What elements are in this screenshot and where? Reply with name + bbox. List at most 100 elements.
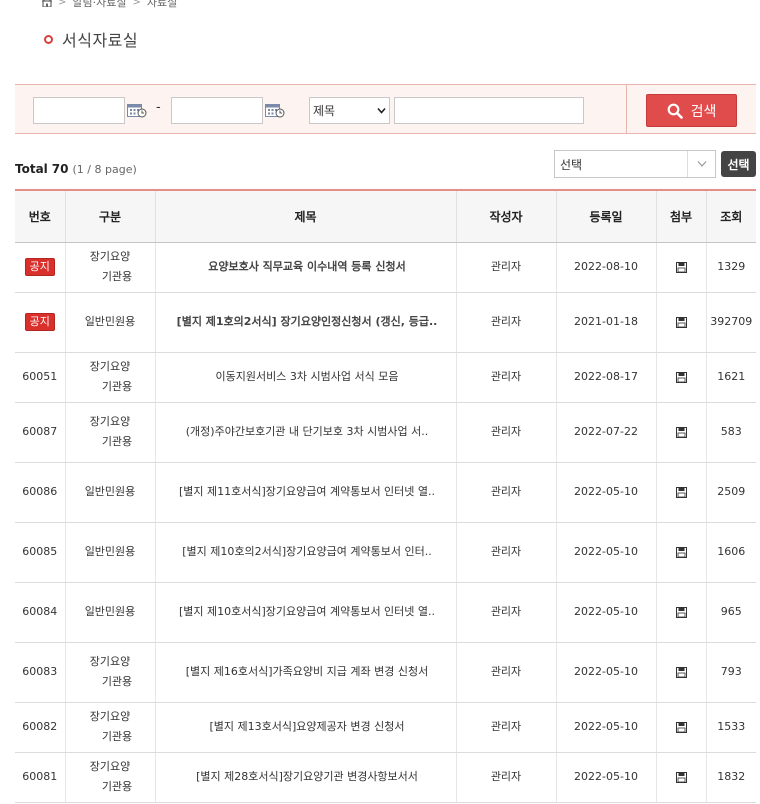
table-header-row: 번호 구분 제목 작성자 등록일 첨부 조회 (15, 189, 756, 243)
choose-button[interactable]: 선택 (721, 151, 756, 177)
search-keyword-input[interactable] (394, 97, 584, 124)
search-icon (667, 103, 683, 119)
table-row[interactable]: 60083 장기요양 기관용 [별지 제16호서식]가족요양비 지급 계좌 변경 신청… (15, 642, 756, 703)
column-header-category: 구분 (64, 189, 155, 243)
search-field-select[interactable]: 제목 (309, 97, 390, 124)
category-filter-select[interactable]: 선택 (554, 150, 716, 178)
row-author-cell: 관리자 (455, 752, 556, 803)
table-row[interactable]: 60051 장기요양 기관용 이동지원서비스 3차 시범사업 서식 모음 관리자 2022… (15, 352, 756, 403)
row-category: 일반민원용 (84, 605, 136, 618)
select-arrow-area[interactable] (687, 151, 715, 177)
floppy-disk-icon[interactable] (675, 606, 687, 618)
board-body: 공지 장기요양 기관용 요양보호사 직무교육 이수내역 등록 신청서 관리자 2022-0… (15, 242, 756, 803)
row-attachment-cell (655, 702, 706, 753)
floppy-disk-icon[interactable] (675, 666, 687, 678)
row-title-link[interactable]: [별지 제11호서식]장기요양급여 계약통보서 인터넷 열.. (154, 462, 456, 523)
end-date-input[interactable] (171, 97, 263, 124)
row-title-link[interactable]: [별지 제10호의2서식]장기요양급여 계약통보서 인터.. (154, 522, 456, 583)
row-attachment-cell (655, 522, 706, 583)
breadcrumb-separator: > (58, 0, 67, 8)
home-icon[interactable] (42, 0, 52, 7)
row-author-cell: 관리자 (455, 582, 556, 643)
floppy-disk-icon[interactable] (675, 546, 687, 558)
row-date-cell: 2022-05-10 (555, 752, 656, 803)
floppy-disk-icon[interactable] (675, 316, 687, 328)
row-attachment-cell (655, 402, 706, 463)
row-category: 장기요양 기관용 (89, 250, 133, 283)
row-title-link[interactable]: [별지 제13호서식]요양제공자 변경 신청서 (154, 702, 456, 753)
row-author-cell: 관리자 (455, 462, 556, 523)
table-row[interactable]: 60081 장기요양 기관용 [별지 제28호서식]장기요양기관 변경사항보서서 관리자… (15, 752, 756, 803)
row-attachment-cell (655, 462, 706, 523)
floppy-disk-icon[interactable] (675, 426, 687, 438)
page-title-area: 서식자료실 (44, 27, 138, 51)
column-header-views: 조회 (705, 189, 756, 243)
floppy-disk-icon[interactable] (675, 771, 687, 783)
row-category: 장기요양 기관용 (89, 415, 133, 448)
row-number-cell: 60083 (15, 642, 65, 703)
search-button-label: 검색 (690, 103, 717, 120)
row-views-cell: 1832 (705, 752, 756, 803)
row-date-cell: 2022-05-10 (555, 642, 656, 703)
row-category-cell: 장기요양 기관용 (64, 752, 155, 803)
column-header-date: 등록일 (555, 189, 656, 243)
row-date-cell: 2022-07-22 (555, 402, 656, 463)
row-title-link[interactable]: (개정)주야간보호기관 내 단기보호 3차 시범사업 서.. (154, 402, 456, 463)
floppy-disk-icon[interactable] (675, 721, 687, 733)
column-header-title: 제목 (154, 189, 456, 243)
row-category-cell: 일반민원용 (64, 292, 155, 353)
table-row[interactable]: 60082 장기요양 기관용 [별지 제13호서식]요양제공자 변경 신청서 관리자 20… (15, 702, 756, 753)
table-row[interactable]: 60087 장기요양 기관용 (개정)주야간보호기관 내 단기보호 3차 시범사업 서… (15, 402, 756, 463)
row-category-cell: 장기요양 기관용 (64, 402, 155, 463)
chevron-down-icon (377, 107, 386, 114)
row-attachment-cell (655, 752, 706, 803)
floppy-disk-icon[interactable] (675, 486, 687, 498)
row-title-link[interactable]: [별지 제1호의2서식] 장기요양인정신청서 (갱신, 등급.. (154, 292, 456, 353)
start-date-input[interactable] (33, 97, 125, 124)
row-author-cell: 관리자 (455, 292, 556, 353)
row-number-cell: 60084 (15, 582, 65, 643)
row-date-cell: 2022-05-10 (555, 702, 656, 753)
calendar-icon[interactable] (127, 102, 147, 118)
table-row[interactable]: 공지 장기요양 기관용 요양보호사 직무교육 이수내역 등록 신청서 관리자 2022-0… (15, 242, 756, 293)
page-info: (1 / 8 page) (72, 163, 137, 176)
table-row[interactable]: 60086 일반민원용 [별지 제11호서식]장기요양급여 계약통보서 인터넷 열.… (15, 462, 756, 523)
breadcrumb-item-notice[interactable]: 알림·자료실 (72, 0, 126, 10)
row-title-link[interactable]: [별지 제10호서식]장기요양급여 계약통보서 인터넷 열.. (154, 582, 456, 643)
table-row[interactable]: 공지 일반민원용 [별지 제1호의2서식] 장기요양인정신청서 (갱신, 등급.. 관… (15, 292, 756, 353)
column-header-attachment: 첨부 (655, 189, 706, 243)
row-views-cell: 2509 (705, 462, 756, 523)
column-header-number: 번호 (15, 189, 65, 243)
row-views-cell: 1606 (705, 522, 756, 583)
row-number-cell: 60087 (15, 402, 65, 463)
row-attachment-cell (655, 642, 706, 703)
floppy-disk-icon[interactable] (675, 371, 687, 383)
total-label: Total (15, 162, 48, 176)
floppy-disk-icon[interactable] (675, 261, 687, 273)
title-bullet-icon (44, 34, 53, 44)
breadcrumb-separator: > (132, 0, 141, 8)
row-number-cell: 60086 (15, 462, 65, 523)
row-title-link[interactable]: [별지 제28호서식]장기요양기관 변경사항보서서 (154, 752, 456, 803)
row-title-link[interactable]: 요양보호사 직무교육 이수내역 등록 신청서 (154, 242, 456, 293)
row-category: 일반민원용 (84, 545, 136, 558)
row-category: 장기요양 기관용 (89, 710, 133, 743)
row-title-link[interactable]: 이동지원서비스 3차 시범사업 서식 모음 (154, 352, 456, 403)
date-range-separator: - (156, 100, 161, 115)
search-button[interactable]: 검색 (646, 94, 737, 127)
row-author-cell: 관리자 (455, 402, 556, 463)
column-header-author: 작성자 (455, 189, 556, 243)
row-title-link[interactable]: [별지 제16호서식]가족요양비 지급 계좌 변경 신청서 (154, 642, 456, 703)
table-row[interactable]: 60085 일반민원용 [별지 제10호의2서식]장기요양급여 계약통보서 인터..… (15, 522, 756, 583)
row-author-cell: 관리자 (455, 352, 556, 403)
row-attachment-cell (655, 292, 706, 353)
table-row[interactable]: 60084 일반민원용 [별지 제10호서식]장기요양급여 계약통보서 인터넷 열.… (15, 582, 756, 643)
breadcrumb-item-archive[interactable]: 자료실 (147, 0, 177, 10)
row-views-cell: 1621 (705, 352, 756, 403)
row-category-cell: 일반민원용 (64, 582, 155, 643)
row-author-cell: 관리자 (455, 702, 556, 753)
page-title: 서식자료실 (62, 31, 139, 50)
row-number-cell: 60051 (15, 352, 65, 403)
row-views-cell: 583 (705, 402, 756, 463)
calendar-icon[interactable] (265, 102, 285, 118)
